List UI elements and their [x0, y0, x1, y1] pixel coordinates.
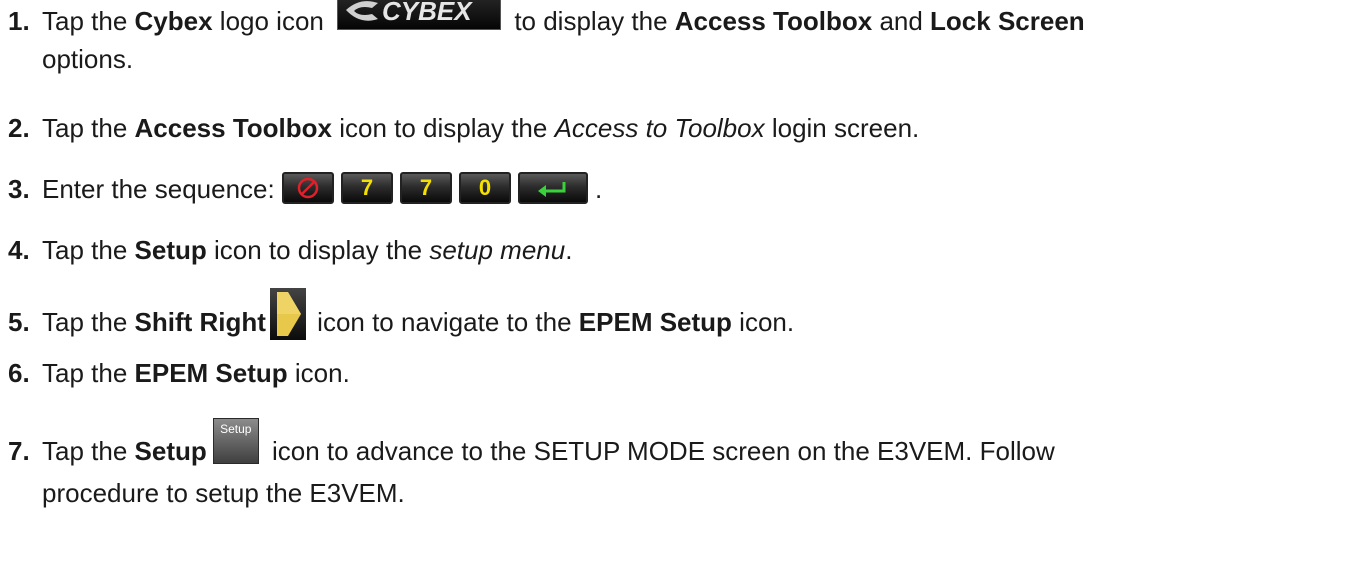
step-bold-text: EPEM Setup [578, 306, 732, 337]
step-text: and [872, 6, 931, 36]
step-text: . [565, 235, 573, 265]
step-text: login screen. [764, 113, 920, 143]
step-text: icon. [287, 358, 350, 388]
step-7-line-1: 7. Tap the Setup Setup icon to advance to … [8, 418, 1342, 476]
step-text: icon. [731, 306, 795, 337]
step-text: icon to display the [206, 235, 430, 265]
step-bold-text: Access Toolbox [134, 113, 332, 143]
step-text: Tap the [42, 235, 135, 265]
key-7: 7 [399, 172, 452, 205]
step-number: 4. [8, 235, 30, 265]
step-1: 1. Tap the Cybex logo icon CYBEX to displ… [8, 0, 1342, 76]
enter-key-icon [517, 172, 588, 205]
step-7: 7. Tap the Setup Setup icon to advance to … [8, 418, 1342, 510]
step-1-line-2: options. [42, 44, 134, 75]
step-4: 4. Tap the Setup icon to display the setu… [8, 233, 1342, 267]
step-text: icon to navigate to the [309, 306, 579, 337]
key-0: 0 [458, 172, 511, 205]
step-text: Tap the [42, 435, 135, 466]
step-bold-text: Setup [134, 235, 207, 265]
step-text: icon to display the [331, 113, 555, 143]
key-7: 7 [340, 172, 393, 205]
step-1-line-1: 1. Tap the Cybex logo icon CYBEX to displ… [8, 0, 1342, 42]
step-bold-text: Lock Screen [930, 6, 1085, 36]
step-bold-text: Setup [134, 435, 207, 466]
step-number: 5. [8, 306, 30, 337]
step-text: . [594, 174, 603, 204]
step-5: 5. Tap the Shift Right icon to navigate t… [8, 288, 1342, 350]
step-text: Tap the [42, 306, 135, 337]
step-3: 3. Enter the sequence: 770 . [8, 172, 1342, 207]
setup-button-icon: Setup [212, 418, 259, 464]
svg-text:CYBEX: CYBEX [382, 0, 473, 26]
step-text: logo icon [212, 6, 332, 36]
step-number: 2. [8, 113, 30, 143]
step-bold-text: Cybex [134, 6, 213, 36]
step-6: 6. Tap the EPEM Setup icon. [8, 356, 1342, 390]
step-text: icon to advance to the SETUP MODE screen… [264, 435, 1055, 466]
step-text: to display the [507, 6, 675, 36]
step-bold-text: Access Toolbox [674, 6, 873, 36]
step-italic-text: Access to Toolbox [554, 113, 765, 143]
shift-right-icon [269, 288, 306, 340]
step-number: 7. [8, 435, 30, 466]
cancel-key-icon [281, 172, 334, 205]
step-number: 3. [8, 174, 30, 204]
step-text: Tap the [42, 6, 135, 36]
cybex-logo-icon: CYBEX [337, 0, 502, 31]
step-7-line-2: procedure to setup the E3VEM. [42, 478, 405, 508]
step-bold-text: Shift Right [134, 306, 266, 337]
step-2: 2. Tap the Access Toolbox icon to display… [8, 111, 1342, 145]
step-text: Enter the sequence: [42, 174, 282, 204]
step-italic-text: setup menu [429, 235, 566, 265]
step-number: 1. [8, 6, 30, 36]
step-number: 6. [8, 358, 30, 388]
step-text: Tap the [42, 358, 135, 388]
step-bold-text: EPEM Setup [134, 358, 288, 388]
step-text: Tap the [42, 113, 135, 143]
